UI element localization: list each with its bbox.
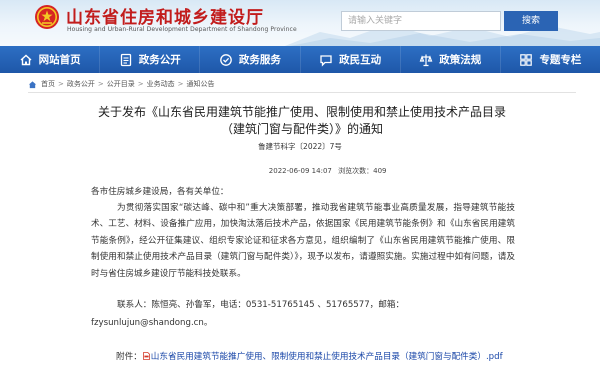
breadcrumb-item-home[interactable]: 首页 [41, 79, 55, 89]
breadcrumb-separator: > [58, 80, 64, 88]
breadcrumb-item-government-info[interactable]: 政务公开 [67, 79, 95, 89]
view-count-value: 409 [373, 167, 387, 175]
contact-email: fzysunlujun@shandong.cn。 [91, 318, 213, 328]
breadcrumb-item-notices[interactable]: 通知公告 [187, 79, 215, 89]
breadcrumb: 首页 > 政务公开 > 公开目录 > 业务动态 > 通知公告 [28, 79, 215, 89]
view-count-label: 浏览次数： [338, 167, 374, 175]
breadcrumb-divider [28, 92, 576, 93]
search-input[interactable] [341, 11, 501, 31]
nav-item-topic[interactable]: 专题专栏 [501, 46, 600, 73]
document-number: 鲁建节科字〔2022〕7号 [258, 142, 342, 151]
view-count: 浏览次数：409 [338, 166, 398, 176]
breadcrumb-home-icon [28, 80, 37, 88]
site-title[interactable]: 山东省住房和城乡建设厅 [66, 3, 264, 28]
topic-icon [520, 53, 533, 66]
interaction-icon [320, 54, 332, 67]
breadcrumb-separator: > [97, 80, 104, 88]
breadcrumb-separator: > [177, 80, 184, 88]
nav-item-label: 专题专栏 [539, 54, 582, 66]
home-icon [20, 54, 32, 65]
nav-item-government-info[interactable]: 政务公开 [100, 46, 201, 73]
main-nav: 网站首页 政务公开 政务服务 政民互动 政策法规 专题专栏 [0, 46, 600, 73]
policy-icon [419, 54, 433, 66]
breadcrumb-item-catalog[interactable]: 公开目录 [107, 79, 135, 89]
article-meta: 2022-06-09 14:07 浏览次数：409 [0, 166, 600, 176]
publish-date: 2022-06-09 14:07 [268, 167, 332, 175]
attachment: 附件： 山东省民用建筑节能推广使用、限制使用和禁止使用技术产品目录（建筑门窗与配件… [116, 350, 516, 365]
government-info-icon [120, 53, 131, 66]
nav-item-interaction[interactable]: 政民互动 [301, 46, 401, 73]
nav-item-label: 政务服务 [238, 54, 281, 66]
service-icon [220, 53, 232, 66]
nav-item-home[interactable]: 网站首页 [0, 46, 101, 73]
nav-item-label: 网站首页 [38, 54, 81, 66]
attachment-label: 附件： [116, 352, 142, 362]
nav-item-policy[interactable]: 政策法规 [401, 46, 501, 73]
site-subtitle: Housing and Urban-Rural Development Depa… [67, 26, 297, 33]
nav-item-label: 政务公开 [138, 54, 181, 66]
breadcrumb-item-business-news[interactable]: 业务动态 [147, 79, 175, 89]
nav-item-service[interactable]: 政务服务 [200, 46, 301, 73]
national-emblem-icon [35, 5, 59, 29]
attachment-link[interactable]: 山东省民用建筑节能推广使用、限制使用和禁止使用技术产品目录（建筑门窗与配件类）.… [151, 352, 503, 362]
article-paragraph: 为贯彻落实国家“碳达峰、碳中和”重大决策部署，推动我省建筑节能事业高质量发展，指… [91, 203, 515, 279]
nav-item-label: 政策法规 [439, 54, 482, 66]
site-header: 山东省住房和城乡建设厅 Housing and Urban-Rural Deve… [0, 0, 600, 46]
search-button[interactable]: 搜索 [504, 11, 558, 31]
article-greeting: 各市住房城乡建设局，各有关单位： [91, 187, 229, 197]
article-title: 关于发布《山东省民用建筑节能推广使用、限制使用和禁止使用技术产品目录（建筑门窗与… [97, 105, 506, 136]
breadcrumb-separator: > [137, 80, 144, 88]
pdf-icon [142, 352, 150, 360]
nav-item-label: 政民互动 [339, 54, 382, 66]
contact-line: 联系人：陈恒亮、孙鲁军，电话：0531-51765145 、51765577，邮… [117, 300, 405, 310]
